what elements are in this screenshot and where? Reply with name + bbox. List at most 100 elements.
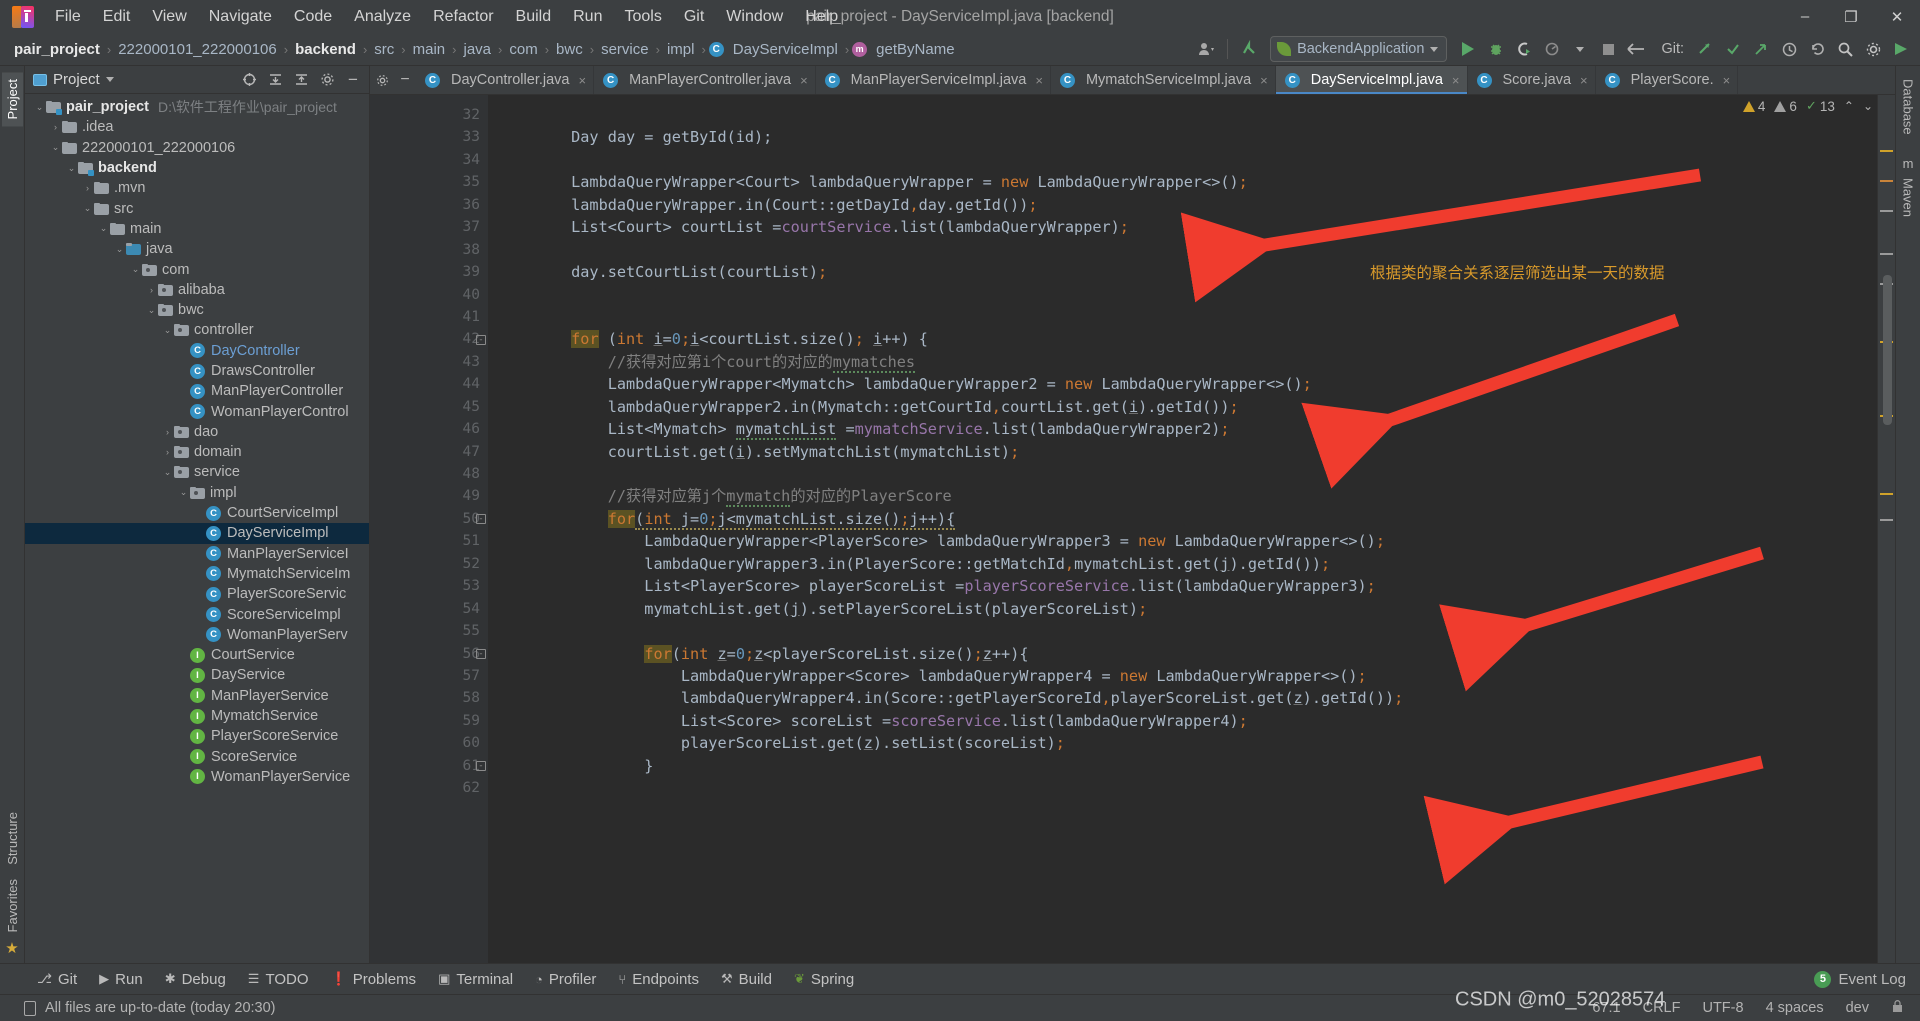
line-number[interactable]: 38 <box>370 239 488 261</box>
run-button[interactable] <box>1455 36 1481 62</box>
line-number[interactable]: 53 <box>370 575 488 597</box>
code-fold-toggle[interactable]: - <box>476 514 486 525</box>
menu-item-file[interactable]: File <box>44 4 92 30</box>
code-fold-toggle[interactable]: - <box>476 761 486 772</box>
code-line[interactable]: for(int z=0;z<playerScoreList.size();z++… <box>488 643 1877 665</box>
close-icon[interactable]: × <box>1723 73 1731 88</box>
breadcrumb-item-bwc[interactable]: bwc <box>552 39 587 60</box>
breadcrumb-item-com[interactable]: com <box>505 39 541 60</box>
code-line[interactable]: lambdaQueryWrapper3.in(PlayerScore::getM… <box>488 553 1877 575</box>
menu-item-navigate[interactable]: Navigate <box>198 4 283 30</box>
tree-node-dayservice[interactable]: I DayService <box>25 665 369 685</box>
code-line[interactable] <box>488 149 1877 171</box>
line-number[interactable]: 52 <box>370 553 488 575</box>
close-icon[interactable]: × <box>1580 73 1588 88</box>
tree-node-alibaba[interactable]: › alibaba <box>25 280 369 300</box>
tree-node-backend[interactable]: ⌄ backend <box>25 158 369 178</box>
profiler-dropdown-icon[interactable] <box>1567 36 1593 62</box>
hide-panel-icon[interactable]: − <box>343 70 363 90</box>
tree-node-service[interactable]: ⌄ service <box>25 462 369 482</box>
editor-tab-manplayerserviceimpl-java[interactable]: C ManPlayerServiceImpl.java × <box>816 66 1051 94</box>
tree-node-dayserviceimpl[interactable]: C DayServiceImpl <box>25 523 369 544</box>
code-line[interactable]: courtList.get(i).setMymatchList(mymatchL… <box>488 441 1877 463</box>
menu-item-refactor[interactable]: Refactor <box>422 4 504 30</box>
event-log-button[interactable]: 5 Event Log <box>1814 970 1920 988</box>
breadcrumb-item-pair-project[interactable]: pair_project <box>10 39 104 60</box>
line-number[interactable]: 47 <box>370 441 488 463</box>
code-line[interactable]: //获得对应第j个mymatch的对应的PlayerScore <box>488 485 1877 508</box>
star-icon[interactable]: ★ <box>5 939 18 957</box>
menu-item-build[interactable]: Build <box>505 4 563 30</box>
code-line[interactable] <box>488 306 1877 328</box>
close-button[interactable]: ✕ <box>1874 0 1920 33</box>
tree-node-manplayerservice[interactable]: I ManPlayerService <box>25 686 369 706</box>
caret-position[interactable]: 67:1 <box>1592 1000 1620 1016</box>
inspection-chevron-down-icon[interactable]: ⌄ <box>1863 99 1873 113</box>
menu-item-edit[interactable]: Edit <box>92 4 142 30</box>
collapse-all-icon[interactable] <box>291 70 311 90</box>
code-line[interactable]: for(int j=0;j<mymatchList.size();j++){ <box>488 508 1877 530</box>
tree-node-playerscoreservice[interactable]: I PlayerScoreService <box>25 726 369 746</box>
line-number[interactable]: 59 <box>370 710 488 732</box>
breadcrumb-item-backend[interactable]: backend <box>291 39 360 60</box>
sidebar-item-maven[interactable]: Maven <box>1898 171 1919 224</box>
close-icon[interactable]: × <box>800 73 808 88</box>
line-number[interactable]: 51 <box>370 530 488 552</box>
editor-tab-dayserviceimpl-java[interactable]: C DayServiceImpl.java × <box>1275 66 1468 94</box>
tool-window-debug[interactable]: ✱ Debug <box>154 967 237 992</box>
tree-node-java[interactable]: ⌄ java <box>25 239 369 259</box>
chevron-right-icon[interactable]: › <box>161 427 174 437</box>
git-commit-icon[interactable] <box>1692 36 1718 62</box>
code-line[interactable]: mymatchList.get(j).setPlayerScoreList(pl… <box>488 598 1877 620</box>
tree-node-222000101-222000106[interactable]: ⌄ 222000101_222000106 <box>25 138 369 158</box>
line-number[interactable]: 62 <box>370 777 488 799</box>
git-update-icon[interactable] <box>1720 36 1746 62</box>
ide-help-icon[interactable] <box>1888 36 1914 62</box>
breadcrumb-item-main[interactable]: main <box>409 39 450 60</box>
analysis-scrollbar[interactable] <box>1877 95 1895 963</box>
undo-icon[interactable] <box>1804 36 1830 62</box>
code-line[interactable]: lambdaQueryWrapper2.in(Mymatch::getCourt… <box>488 396 1877 418</box>
line-number[interactable]: 54 <box>370 598 488 620</box>
close-icon[interactable]: × <box>1260 73 1268 88</box>
chevron-down-icon[interactable]: ⌄ <box>145 305 158 316</box>
user-icon[interactable] <box>1193 36 1219 62</box>
tree-node-pair-project[interactable]: ⌄ pair_project D:\软件工程作业\pair_project <box>25 97 369 117</box>
code-line[interactable]: List<PlayerScore> playerScoreList =playe… <box>488 575 1877 597</box>
code-line[interactable]: day.setCourtList(courtList); <box>488 261 1877 283</box>
line-number[interactable]: 46 <box>370 418 488 440</box>
line-number[interactable]: 42 <box>370 328 488 350</box>
tree-node--mvn[interactable]: › .mvn <box>25 178 369 198</box>
line-number[interactable]: 32 <box>370 104 488 126</box>
minimize-button[interactable]: – <box>1782 0 1828 33</box>
debug-icon[interactable] <box>1483 36 1509 62</box>
line-number[interactable]: 33 <box>370 126 488 148</box>
chevron-down-icon[interactable]: ⌄ <box>161 325 174 336</box>
chevron-down-icon[interactable]: ⌄ <box>129 264 142 275</box>
menu-item-run[interactable]: Run <box>562 4 613 30</box>
close-icon[interactable]: × <box>1452 73 1460 88</box>
line-number[interactable]: 35 <box>370 171 488 193</box>
code-line[interactable] <box>488 284 1877 306</box>
chevron-right-icon[interactable]: › <box>81 183 94 193</box>
chevron-down-icon[interactable]: ⌄ <box>65 163 78 174</box>
tool-window-endpoints[interactable]: ⑂ Endpoints <box>607 967 710 992</box>
select-opened-file-icon[interactable] <box>239 70 259 90</box>
chevron-right-icon[interactable]: › <box>145 285 158 295</box>
expand-all-icon[interactable] <box>265 70 285 90</box>
line-number[interactable]: 61 <box>370 755 488 777</box>
sidebar-item-favorites[interactable]: Favorites <box>2 872 23 939</box>
breadcrumb-item-getbyname[interactable]: m getByName <box>852 39 958 60</box>
chevron-down-icon[interactable]: ⌄ <box>49 142 62 153</box>
code-line[interactable] <box>488 463 1877 485</box>
editor-tab-score-java[interactable]: C Score.java × <box>1468 66 1596 94</box>
tree-node-mymatchservice[interactable]: I MymatchService <box>25 706 369 726</box>
close-icon[interactable]: × <box>578 73 586 88</box>
tree-node-dao[interactable]: › dao <box>25 422 369 442</box>
tool-window-terminal[interactable]: ▣ Terminal <box>427 967 524 992</box>
code-line[interactable]: LambdaQueryWrapper<Score> lambdaQueryWra… <box>488 665 1877 687</box>
code-content[interactable]: Day day = getById(id); LambdaQueryWrappe… <box>488 95 1877 963</box>
breadcrumb-item-java[interactable]: java <box>459 39 495 60</box>
code-fold-toggle[interactable]: - <box>476 648 486 659</box>
tree-node-womanplayerservice[interactable]: I WomanPlayerService <box>25 767 369 787</box>
